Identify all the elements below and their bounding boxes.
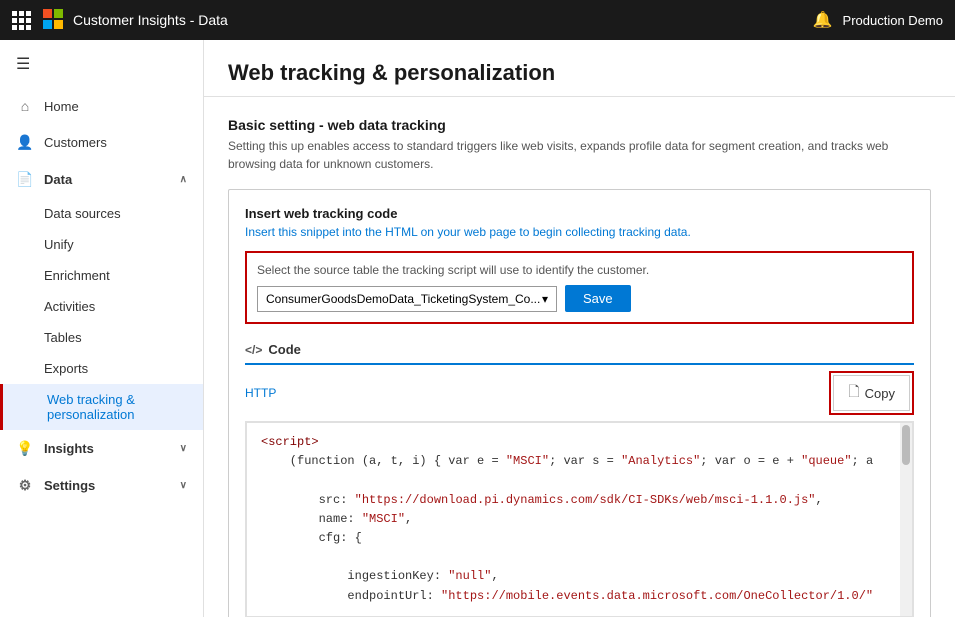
code-line: ingestionKey: "null", [261,567,898,586]
tracking-box-title: Insert web tracking code [245,206,914,221]
sidebar-group-settings[interactable]: ⚙ Settings ∨ [0,467,203,504]
section-title: Basic setting - web data tracking [228,117,931,133]
sidebar-item-exports[interactable]: Exports [0,353,203,384]
sidebar-item-web-tracking[interactable]: Web tracking & personalization [0,384,203,430]
selection-area: Select the source table the tracking scr… [245,251,914,324]
code-tab-label-text: Code [268,342,301,357]
tracking-box-desc: Insert this snippet into the HTML on you… [245,225,914,239]
waffle-icon[interactable] [12,11,31,30]
sidebar-item-tables[interactable]: Tables [0,322,203,353]
dropdown-value: ConsumerGoodsDemoData_TicketingSystem_Co… [266,292,540,306]
main-content: Web tracking & personalization Basic set… [204,40,955,617]
microsoft-logo [43,9,63,32]
sidebar-nav: ⌂ Home 👤 Customers 📄 Data ∧ Data sources… [0,88,203,617]
sidebar-item-customers[interactable]: 👤 Customers [0,124,203,161]
select-save-row: ConsumerGoodsDemoData_TicketingSystem_Co… [257,285,902,312]
code-line: <script> [261,433,898,452]
code-line: endpointUrl: "https://mobile.events.data… [261,587,898,606]
home-icon: ⌂ [16,98,34,114]
sidebar-item-data-sources[interactable]: Data sources [0,198,203,229]
sidebar-group-data-label: Data [44,172,72,187]
settings-chevron-icon: ∨ [180,480,187,491]
sidebar-item-unify[interactable]: Unify [0,229,203,260]
sidebar-group-insights-label: Insights [44,441,94,456]
unify-label: Unify [44,237,74,252]
vertical-scrollbar[interactable] [900,423,912,616]
topbar: Customer Insights - Data 🔔 Production De… [0,0,955,40]
code-line [261,471,898,490]
data-sources-label: Data sources [44,206,121,221]
sidebar-item-activities[interactable]: Activities [0,291,203,322]
insights-chevron-icon: ∨ [180,443,187,454]
user-label[interactable]: Production Demo [843,13,943,28]
code-bracket-icon: </> [245,343,262,357]
copy-label: Copy [865,386,895,401]
page-title: Web tracking & personalization [228,60,931,86]
sidebar-group-settings-label: Settings [44,478,95,493]
copy-icon: 🗋 [848,381,859,405]
source-table-dropdown[interactable]: ConsumerGoodsDemoData_TicketingSystem_Co… [257,286,557,312]
page-header: Web tracking & personalization [204,40,955,97]
exports-label: Exports [44,361,88,376]
selection-label: Select the source table the tracking scr… [257,263,902,277]
code-toolbar: HTTP 🗋 Copy [245,365,914,422]
http-label: HTTP [245,386,276,400]
save-button[interactable]: Save [565,285,631,312]
data-chevron-icon: ∧ [180,174,187,185]
app-title: Customer Insights - Data [73,12,228,28]
sidebar-item-enrichment[interactable]: Enrichment [0,260,203,291]
sidebar-item-home-label: Home [44,99,79,114]
dropdown-chevron-icon: ▾ [542,292,548,306]
sidebar-item-home[interactable]: ⌂ Home [0,88,203,124]
tracking-box: Insert web tracking code Insert this sni… [228,189,931,617]
copy-button-wrapper: 🗋 Copy [829,371,914,415]
code-line: (function (a, t, i) { var e = "MSCI"; va… [261,452,898,471]
settings-icon: ⚙ [16,477,34,494]
code-line: name: "MSCI", [261,510,898,529]
customers-icon: 👤 [16,134,34,151]
vertical-scrollbar-thumb [902,425,910,465]
hamburger-button[interactable]: ☰ [0,40,203,88]
code-tab[interactable]: </> Code [245,336,301,363]
enrichment-label: Enrichment [44,268,110,283]
code-section: </> Code HTTP 🗋 Copy [245,336,914,617]
topbar-right: 🔔 Production Demo [813,10,943,30]
code-line [261,548,898,567]
sidebar-item-customers-label: Customers [44,135,107,150]
tables-label: Tables [44,330,82,345]
copy-button[interactable]: 🗋 Copy [833,375,910,411]
content-area: Basic setting - web data tracking Settin… [204,97,955,617]
code-display: <script> (function (a, t, i) { var e = "… [246,423,913,617]
section-desc: Setting this up enables access to standa… [228,137,931,173]
web-tracking-label: Web tracking & personalization [47,392,187,422]
bell-icon[interactable]: 🔔 [813,10,833,30]
sidebar: ☰ ⌂ Home 👤 Customers 📄 Data ∧ Data sourc… [0,40,204,617]
insights-icon: 💡 [16,440,34,457]
data-icon: 📄 [16,171,34,188]
code-line: src: "https://download.pi.dynamics.com/s… [261,491,898,510]
code-line: cfg: { [261,529,898,548]
activities-label: Activities [44,299,95,314]
sidebar-group-data[interactable]: 📄 Data ∧ [0,161,203,198]
sidebar-group-insights[interactable]: 💡 Insights ∨ [0,430,203,467]
code-tab-row: </> Code [245,336,914,365]
